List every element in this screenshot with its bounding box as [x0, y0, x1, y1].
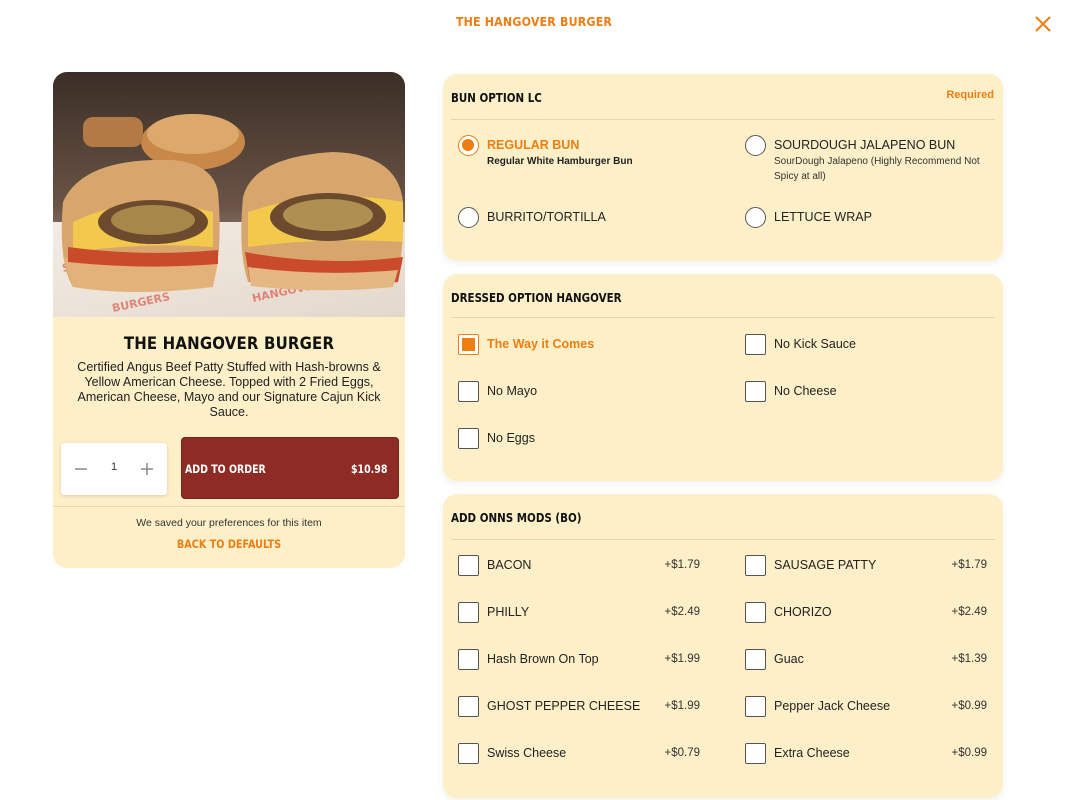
back-to-defaults-link[interactable]: BACK TO DEFAULTS: [81, 537, 377, 551]
checkbox[interactable]: [745, 381, 766, 402]
option-price: +$0.99: [951, 747, 988, 759]
option-label: No Cheese: [774, 384, 837, 398]
checkbox[interactable]: [458, 649, 479, 670]
divider: [451, 119, 995, 120]
add-to-order-price: $10.98: [350, 462, 387, 476]
product-description: Certified Angus Beef Patty Stuffed with …: [77, 360, 381, 419]
option-label: REGULAR BUN: [487, 138, 580, 152]
product-name: THE HANGOVER BURGER: [123, 334, 335, 354]
option-price: +$1.79: [664, 559, 701, 571]
radio-button[interactable]: [745, 135, 766, 156]
option-label: The Way it Comes: [487, 337, 595, 351]
option-label: BACON: [487, 558, 532, 572]
product-card: SMASH BURGER HANGOVER BURGER BURGERS NOW…: [53, 72, 405, 568]
divider: [451, 539, 995, 540]
checkbox[interactable]: [745, 602, 766, 623]
option-label: No Mayo: [487, 384, 538, 398]
checkbox[interactable]: [458, 381, 479, 402]
option-price: +$1.39: [951, 653, 988, 665]
addons-panel: ADD ONNS MODS (BO) BACON +$1.79 SAUSAGE …: [443, 494, 1003, 798]
option-label: No Eggs: [487, 431, 535, 445]
radio-button[interactable]: [458, 135, 479, 156]
checkbox[interactable]: [458, 334, 479, 355]
option-description: Regular White Hamburger Bun: [487, 156, 633, 167]
checkbox[interactable]: [458, 428, 479, 449]
checkbox[interactable]: [745, 649, 766, 670]
checkbox[interactable]: [745, 555, 766, 576]
checkbox[interactable]: [745, 696, 766, 717]
option-label: Extra Cheese: [774, 746, 850, 760]
option-label: SAUSAGE PATTY: [774, 558, 877, 572]
dressed-option-panel: DRESSED OPTION HANGOVER The Way it Comes…: [443, 274, 1003, 481]
option-label: Pepper Jack Cheese: [774, 699, 891, 713]
option-price: +$1.79: [951, 559, 988, 571]
checkbox[interactable]: [458, 696, 479, 717]
option-label: Hash Brown On Top: [487, 652, 599, 666]
radio-button[interactable]: [458, 207, 479, 228]
option-price: +$1.99: [664, 653, 701, 665]
option-price: +$0.79: [664, 747, 701, 759]
minus-icon[interactable]: [69, 457, 93, 481]
add-to-order-button[interactable]: ADD TO ORDER $10.98: [181, 437, 399, 499]
option-label: LETTUCE WRAP: [774, 210, 872, 224]
checkbox[interactable]: [458, 602, 479, 623]
option-price: +$2.49: [664, 606, 701, 618]
required-badge: Required: [946, 89, 994, 101]
option-label: PHILLY: [487, 605, 530, 619]
divider: [53, 506, 405, 507]
panel-title-bun: BUN OPTION LC: [451, 91, 542, 105]
radio-button[interactable]: [745, 207, 766, 228]
plus-icon[interactable]: [135, 457, 159, 481]
option-price: +$0.99: [951, 700, 988, 712]
option-label: Swiss Cheese: [487, 746, 567, 760]
divider: [451, 317, 995, 318]
option-price: +$1.99: [664, 700, 701, 712]
option-description: SourDough Jalapeno (Highly Recommend Not…: [774, 156, 980, 182]
option-label: SOURDOUGH JALAPENO BUN: [774, 138, 956, 152]
option-price: +$2.49: [951, 606, 988, 618]
bun-option-panel: BUN OPTION LC Required REGULAR BUN Regul…: [443, 74, 1003, 261]
option-label: No Kick Sauce: [774, 337, 856, 351]
saved-preferences-note: We saved your preferences for this item: [136, 517, 322, 529]
close-icon[interactable]: [1033, 14, 1053, 34]
panel-title-addons: ADD ONNS MODS (BO): [451, 511, 582, 525]
option-label: Guac: [774, 652, 804, 666]
checkbox[interactable]: [745, 334, 766, 355]
quantity-stepper: 1: [61, 443, 167, 495]
product-image: SMASH BURGER HANGOVER BURGER BURGERS NOW…: [53, 72, 405, 317]
option-label: GHOST PEPPER CHEESE: [487, 699, 641, 713]
checkbox[interactable]: [458, 555, 479, 576]
add-to-order-label: ADD TO ORDER: [185, 462, 266, 476]
panel-title-dressed: DRESSED OPTION HANGOVER: [451, 291, 622, 305]
option-label: BURRITO/TORTILLA: [487, 210, 606, 224]
option-label: CHORIZO: [774, 605, 832, 619]
page-title: THE HANGOVER BURGER: [455, 15, 613, 29]
checkbox[interactable]: [458, 743, 479, 764]
checkbox[interactable]: [745, 743, 766, 764]
quantity-value: 1: [110, 461, 118, 473]
